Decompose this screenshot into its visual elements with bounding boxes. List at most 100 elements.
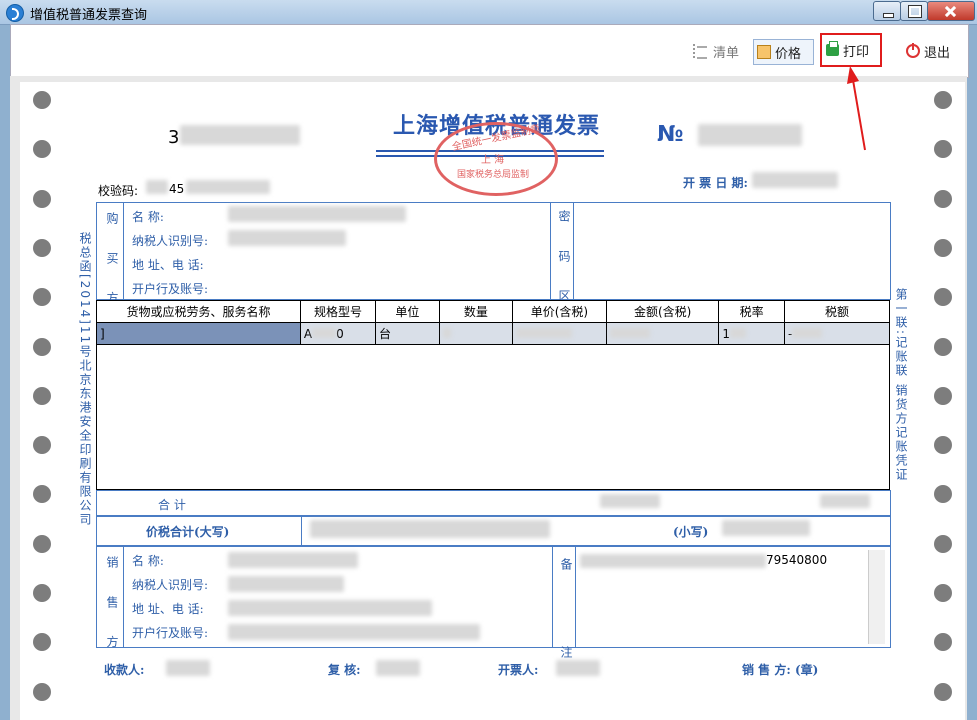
item-unit-cell[interactable]: 台 xyxy=(375,322,440,345)
seller-name-label: 名 称: xyxy=(132,554,164,568)
sprocket-hole xyxy=(33,238,51,257)
item-spec-tail: 0 xyxy=(336,326,344,341)
item-name-cell[interactable]: ] xyxy=(96,322,301,345)
print-button[interactable]: 打印 xyxy=(820,33,882,67)
sprocket-hole xyxy=(934,534,952,553)
item-spec: A xyxy=(303,326,313,341)
seller-bank-redacted xyxy=(228,624,480,640)
total-uppercase-redacted xyxy=(310,520,550,538)
sprocket-hole xyxy=(934,337,952,356)
sprocket-hole xyxy=(934,682,952,701)
maximize-button[interactable] xyxy=(900,1,928,21)
sprocket-hole xyxy=(33,584,51,602)
check-code-redacted-2 xyxy=(186,180,270,194)
sprocket-hole xyxy=(934,386,952,405)
check-code-label: 校验码: xyxy=(98,184,139,198)
list-button-label: 清单 xyxy=(713,45,740,61)
check-code-redacted xyxy=(146,180,168,194)
password-area-label: 密 码 区 xyxy=(557,210,571,314)
left-margin-text: 税总函[2014]11号北京东港安全印刷有限公司 xyxy=(78,232,92,528)
right-margin-text: 第一联:记账联 销货方记账凭证 xyxy=(894,288,908,482)
item-tax-redacted xyxy=(792,327,823,338)
buyer-name-redacted xyxy=(228,206,406,222)
item-tax-cell[interactable]: - xyxy=(784,322,890,345)
remark-box[interactable]: 79540800 xyxy=(576,548,888,646)
seller-address-label: 地 址、电 话: xyxy=(132,602,204,616)
list-button[interactable]: 清单 xyxy=(693,40,743,62)
small-amount-redacted xyxy=(722,520,810,536)
seal-text-mid: 上 海 xyxy=(481,155,505,166)
column-header: 数量 xyxy=(438,300,513,323)
list-icon xyxy=(693,44,709,59)
total-amount-redacted xyxy=(600,494,660,508)
invoice-number-redacted xyxy=(698,124,802,146)
close-button[interactable] xyxy=(927,1,975,21)
remark-redacted xyxy=(580,554,766,568)
item-amount-redacted xyxy=(609,327,650,338)
seller-name-redacted xyxy=(228,552,358,568)
price-button[interactable]: 价格 xyxy=(753,39,814,65)
price-icon xyxy=(757,45,771,59)
item-rate: 1 xyxy=(722,326,730,341)
items-table: 货物或应税劳务、服务名称 规格型号 单位 数量 单价(含税) 金额(含税) 税率 税额 ] A… xyxy=(96,300,890,345)
remark-scrollbar[interactable] xyxy=(868,550,885,644)
seller-side-label: 销 售 方 xyxy=(105,556,119,660)
printer-icon xyxy=(826,41,839,56)
total-tax-redacted xyxy=(820,494,870,508)
seller-seal-label: 销 售 方: (章) xyxy=(742,663,819,677)
item-price-redacted xyxy=(515,327,572,338)
total-tax-label: 价税合计(大写) xyxy=(146,525,230,539)
supervision-seal: 全国统一发票监制章 上 海 国家税务总局监制 xyxy=(434,122,558,196)
sprocket-hole xyxy=(33,534,51,553)
power-icon xyxy=(906,43,920,58)
buyer-taxid-label: 纳税人识别号: xyxy=(132,234,209,248)
column-header: 单位 xyxy=(375,300,440,323)
annotation-arrow xyxy=(847,66,866,151)
sprocket-hole xyxy=(934,91,952,109)
table-row[interactable]: ] A0 台 1 - xyxy=(96,322,890,345)
seller-taxid-redacted xyxy=(228,576,344,592)
sprocket-hole xyxy=(33,386,51,405)
seller-address-redacted xyxy=(228,600,432,616)
exit-button-label: 退出 xyxy=(924,45,951,61)
window-title: 增值税普通发票查询 xyxy=(30,8,148,23)
item-rate-redacted xyxy=(729,327,746,338)
column-header: 规格型号 xyxy=(299,300,377,323)
sprocket-hole xyxy=(934,436,952,455)
item-qty-cell[interactable] xyxy=(438,322,513,345)
column-header: 货物或应税劳务、服务名称 xyxy=(96,300,301,323)
item-qty-redacted xyxy=(442,327,451,338)
item-price-cell[interactable] xyxy=(511,322,607,345)
seal-text-bottom: 国家税务总局监制 xyxy=(457,170,530,180)
minimize-button[interactable] xyxy=(873,1,901,21)
item-name: ] xyxy=(100,326,105,341)
column-header: 金额(含税) xyxy=(605,300,720,323)
seller-bank-label: 开户行及账号: xyxy=(132,626,209,640)
total-label: 合 计 xyxy=(158,498,186,512)
small-amount-label: (小写) xyxy=(673,525,709,539)
sprocket-hole xyxy=(33,337,51,356)
reviewer-redacted xyxy=(376,660,420,676)
reviewer-label: 复 核: xyxy=(328,663,361,677)
item-unit: 台 xyxy=(379,327,392,341)
remark-text: 79540800 xyxy=(766,553,828,567)
price-button-label: 价格 xyxy=(775,46,802,62)
buyer-section xyxy=(96,202,891,300)
item-rate-cell[interactable]: 1 xyxy=(718,322,786,345)
date-label: 开 票 日 期: xyxy=(683,176,748,190)
invoice-code: 3 xyxy=(168,127,180,148)
sprocket-hole xyxy=(33,682,51,701)
item-spec-cell[interactable]: A0 xyxy=(299,322,377,345)
exit-button[interactable]: 退出 xyxy=(906,40,962,62)
item-amount-cell[interactable] xyxy=(605,322,720,345)
check-code-value: 45 xyxy=(169,182,185,196)
invoice-number-sign: № xyxy=(657,122,684,147)
buyer-bank-label: 开户行及账号: xyxy=(132,282,209,296)
sprocket-hole xyxy=(33,91,51,109)
column-header: 税率 xyxy=(718,300,786,323)
column-header: 税额 xyxy=(784,300,890,323)
item-spec-redacted xyxy=(312,327,337,338)
print-button-label: 打印 xyxy=(843,44,870,60)
sprocket-hole xyxy=(934,189,952,208)
buyer-address-label: 地 址、电 话: xyxy=(132,258,204,272)
